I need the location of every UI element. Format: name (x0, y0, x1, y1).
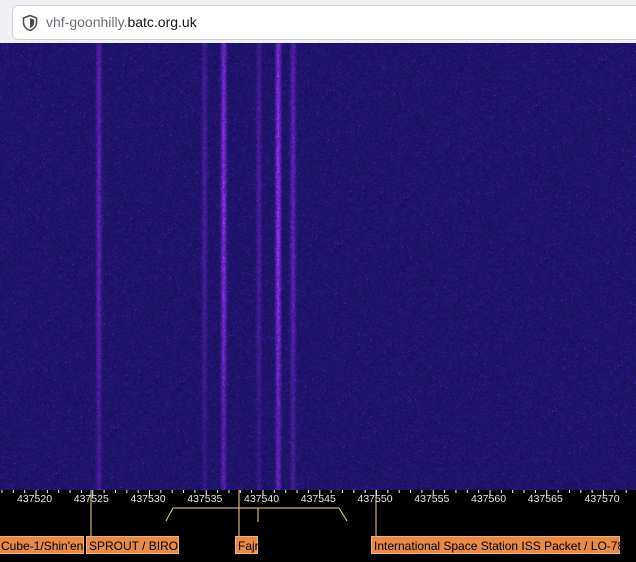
tick-label: 437525 (73, 493, 109, 505)
bandplan-label-sprout[interactable]: SPROUT / BIROS (86, 536, 186, 554)
shield-icon[interactable] (21, 14, 39, 32)
url-host: batc.org.uk (127, 14, 197, 30)
tick-label: 437540 (244, 493, 280, 505)
tick-label: 437565 (527, 493, 563, 505)
address-bar[interactable]: vhf-goonhilly.batc.org.uk (12, 5, 636, 40)
waterfall-canvas[interactable] (0, 43, 636, 490)
bandplan-label-fajr[interactable]: Fajr (235, 536, 259, 554)
url-prefix: vhf-goonhilly. (46, 14, 128, 30)
tick-label: 437545 (300, 493, 336, 505)
browser-toolbar: vhf-goonhilly.batc.org.uk (0, 0, 636, 44)
tick-label: 437550 (357, 493, 393, 505)
tick-label: 437555 (414, 493, 450, 505)
tick-label: 437530 (130, 493, 166, 505)
url-text: vhf-goonhilly.batc.org.uk (46, 14, 197, 31)
tick-label: 437560 (471, 493, 507, 505)
frequency-scale[interactable]: 437520 437525 437530 437535 437540 437545 4375… (0, 490, 636, 562)
tick-label: 437535 (187, 493, 223, 505)
tick-label: 437520 (17, 493, 53, 505)
bandplan-label-cube1[interactable]: Cube-1/Shin'en2 (0, 536, 90, 554)
tick-label: 437570 (584, 493, 620, 505)
passband-bracket (165, 507, 348, 522)
waterfall-display[interactable] (0, 43, 636, 490)
bandplan-label-iss[interactable]: International Space Station ISS Packet /… (371, 536, 624, 554)
